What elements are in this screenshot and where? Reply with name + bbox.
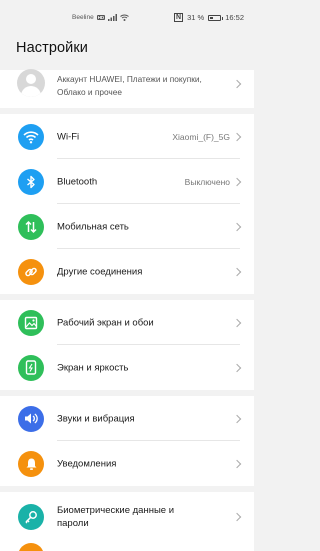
row-value: Выключено — [184, 176, 230, 187]
hd-badge: HD — [96, 15, 106, 20]
page-title: Настройки — [16, 40, 88, 56]
chevron-right-icon — [232, 222, 242, 231]
battery-icon — [208, 14, 224, 21]
row-sounds[interactable]: Звуки и вибрация — [0, 396, 254, 441]
row-notifications[interactable]: Уведомления — [0, 441, 254, 486]
row-display-brightness[interactable]: Экран и яркость — [0, 345, 254, 390]
avatar — [17, 69, 45, 97]
chevron-right-icon — [232, 512, 242, 521]
wifi-status-icon — [120, 14, 130, 21]
row-mobile-network[interactable]: Мобильная сеть — [0, 204, 254, 249]
mobile-data-icon — [18, 213, 44, 240]
wallpaper-icon — [18, 309, 44, 336]
link-icon — [18, 258, 44, 285]
row-label: Мобильная сеть — [57, 221, 129, 232]
row-label: Bluetooth — [57, 176, 98, 187]
row-label: Экран и яркость — [57, 362, 129, 373]
chevron-right-icon — [232, 318, 242, 327]
display-card: Рабочий экран и обои Экран и яркость — [0, 300, 254, 390]
wifi-icon — [18, 123, 44, 150]
row-other-connections[interactable]: Другие соединения — [0, 249, 254, 294]
chevron-right-icon — [232, 177, 242, 186]
chevron-right-icon — [232, 267, 242, 276]
row-label: Уведомления — [57, 458, 117, 469]
row-biometrics[interactable]: Биометрические данные и пароли — [0, 494, 254, 539]
battery-fill — [210, 16, 213, 19]
key-icon — [18, 503, 44, 530]
row-label: Другие соединения — [57, 266, 143, 277]
nfc-icon: N — [174, 13, 184, 22]
chevron-right-icon — [232, 459, 242, 468]
row-bluetooth[interactable]: Bluetooth Выключено — [0, 159, 254, 204]
bell-icon — [18, 450, 44, 477]
battery-percent: 31 % — [187, 13, 205, 22]
row-label: Рабочий экран и обои — [57, 317, 154, 328]
sound-icon — [18, 405, 44, 432]
connectivity-card: Wi-Fi Xiaomi_(F)_5G Bluetooth Выключено … — [0, 114, 254, 294]
row-wifi[interactable]: Wi-Fi Xiaomi_(F)_5G — [0, 114, 254, 159]
chevron-right-icon — [232, 414, 242, 423]
row-value: Xiaomi_(F)_5G — [172, 131, 230, 142]
account-card[interactable]: Аккаунт HUAWEI, Платежи и покупки, Облак… — [0, 69, 254, 108]
chevron-right-icon — [232, 132, 242, 141]
row-label: Wi-Fi — [57, 131, 80, 142]
next-item-icon-partial — [18, 543, 44, 551]
sound-card: Звуки и вибрация Уведомления — [0, 396, 254, 486]
status-bar: Beeline HD N 31 % 16:52 — [0, 0, 254, 34]
carrier-name: Beeline — [72, 14, 94, 21]
status-right: N 31 % 16:52 — [174, 13, 244, 22]
row-home-screen[interactable]: Рабочий экран и обои — [0, 300, 254, 345]
bluetooth-icon — [18, 168, 44, 195]
clock: 16:52 — [225, 13, 244, 22]
account-label: Аккаунт HUAWEI, Платежи и покупки, Облак… — [57, 74, 202, 97]
chevron-right-icon — [232, 363, 242, 372]
security-card: Биометрические данные и пароли — [0, 492, 254, 551]
display-icon — [18, 354, 44, 381]
row-label: Биометрические данные и пароли — [57, 504, 175, 529]
status-left: Beeline HD — [72, 14, 130, 21]
signal-icon — [108, 14, 118, 21]
row-label: Звуки и вибрация — [57, 413, 135, 424]
chevron-right-icon — [232, 79, 242, 89]
